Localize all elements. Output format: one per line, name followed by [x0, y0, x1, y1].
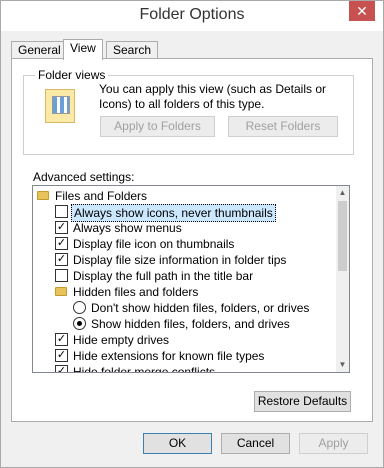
tab-general[interactable]: General [11, 41, 68, 59]
checkbox-display-file-size[interactable]: ✓ [55, 253, 68, 266]
close-icon: ✕ [356, 3, 368, 19]
folder-options-dialog: Folder Options ✕ General View Search Fol… [0, 0, 384, 468]
checkbox-display-file-icon[interactable]: ✓ [55, 237, 68, 250]
tree-item-label: Don't show hidden files, folders, or dri… [91, 301, 310, 315]
tab-search[interactable]: Search [106, 41, 159, 59]
window-title: Folder Options [139, 6, 245, 23]
tree-item-label: Hide folder merge conflicts [73, 365, 216, 373]
checkbox-always-show-menus[interactable]: ✓ [55, 221, 68, 234]
checkbox-hide-empty-drives[interactable]: ✓ [55, 333, 68, 346]
restore-defaults-button[interactable]: Restore Defaults [254, 391, 351, 412]
scroll-down-icon[interactable]: ▼ [336, 360, 349, 369]
tree-item-label: Hidden files and folders [73, 285, 199, 299]
ok-button[interactable]: OK [143, 433, 212, 454]
apply-to-folders-button[interactable]: Apply to Folders [100, 116, 215, 137]
tree-scrollbar[interactable]: ▲ ▼ [336, 186, 349, 372]
tree-item-label: Display file icon on thumbnails [73, 237, 235, 251]
folder-icon [37, 191, 49, 200]
title-bar: Folder Options ✕ [1, 1, 383, 31]
scroll-thumb[interactable] [338, 201, 347, 271]
radio-show-hidden[interactable] [73, 317, 86, 330]
close-button[interactable]: ✕ [349, 1, 375, 21]
radio-dont-show-hidden[interactable] [73, 301, 86, 314]
apply-button[interactable]: Apply [299, 433, 368, 454]
checkbox-hide-merge-conflicts[interactable]: ✓ [55, 365, 68, 372]
cancel-button[interactable]: Cancel [221, 433, 290, 454]
advanced-settings-label: Advanced settings: [33, 170, 135, 184]
reset-folders-button[interactable]: Reset Folders [228, 116, 338, 137]
folder-icon [55, 287, 67, 296]
folder-views-icon [45, 89, 75, 123]
tree-item-label: Show hidden files, folders, and drives [91, 317, 290, 331]
tree-item-label: Hide empty drives [73, 333, 170, 347]
scroll-up-icon[interactable]: ▲ [336, 188, 349, 197]
tree-item-label: Always show menus [73, 221, 182, 235]
tree-item-label: Display the full path in the title bar [73, 269, 254, 283]
folder-views-description: You can apply this view (such as Details… [99, 82, 327, 111]
tree-item-label: Display file size information in folder … [73, 253, 287, 267]
tab-view[interactable]: View [63, 39, 103, 60]
checkbox-display-full-path[interactable] [55, 269, 68, 282]
tree-item-label: Hide extensions for known file types [73, 349, 265, 363]
checkbox-always-show-icons[interactable] [55, 205, 68, 218]
checkbox-hide-extensions[interactable]: ✓ [55, 349, 68, 362]
folder-views-legend: Folder views [35, 68, 109, 82]
advanced-settings-tree[interactable]: Files and Folders Always show icons, nev… [32, 185, 350, 373]
